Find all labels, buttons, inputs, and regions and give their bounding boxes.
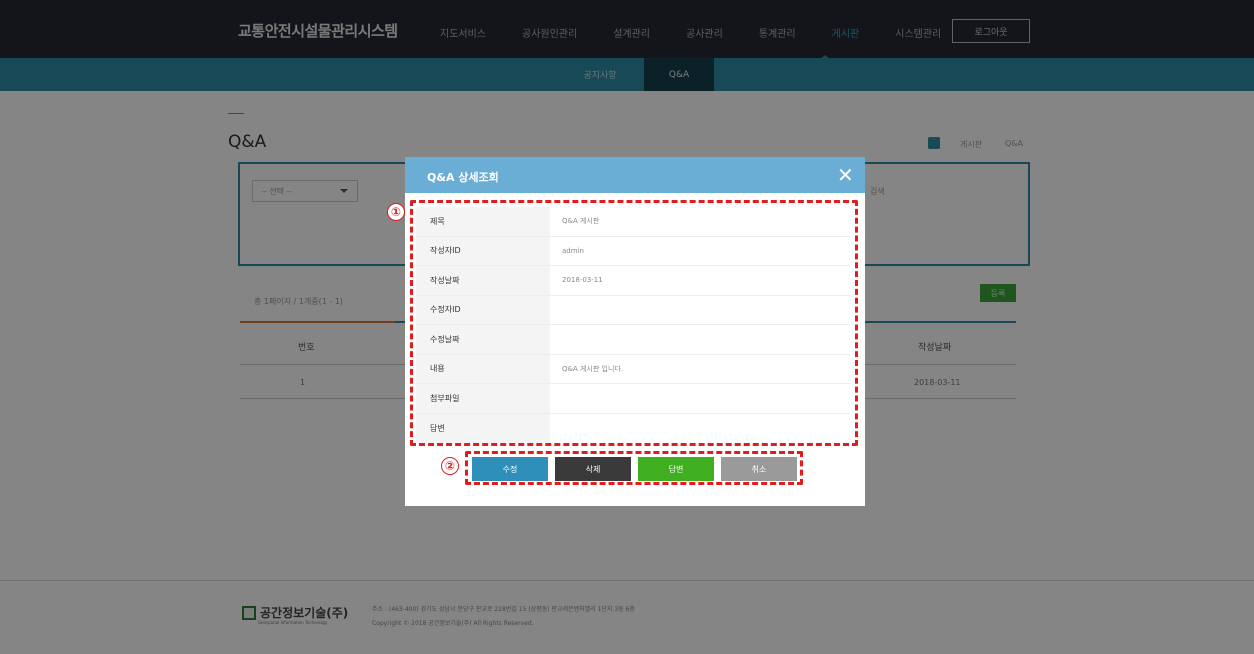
close-icon[interactable]: ✕ <box>837 163 854 187</box>
answer-button[interactable]: 답변 <box>638 457 714 481</box>
cancel-button[interactable]: 취소 <box>721 457 797 481</box>
modal-header: Q&A 상세조회 ✕ <box>405 157 865 193</box>
edit-button[interactable]: 수정 <box>472 457 548 481</box>
annotation-box-details <box>410 200 858 446</box>
annotation-number-2: ② <box>441 457 459 475</box>
annotation-number-1: ① <box>387 203 405 221</box>
delete-button[interactable]: 삭제 <box>555 457 631 481</box>
modal-title: Q&A 상세조회 <box>427 171 499 184</box>
